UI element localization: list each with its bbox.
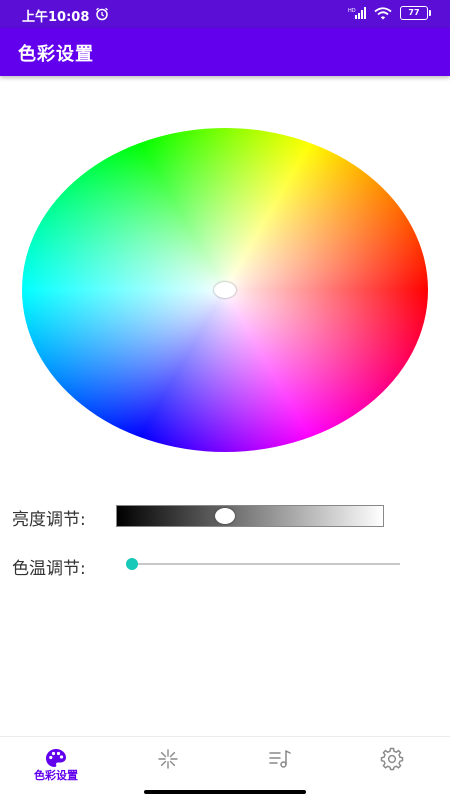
svg-text:HD: HD	[348, 8, 356, 14]
color-temperature-label: 色温调节:	[12, 559, 86, 579]
home-indicator	[144, 790, 306, 794]
color-wheel-thumb[interactable]	[214, 282, 236, 298]
music-list-icon	[269, 750, 291, 768]
color-temperature-thumb[interactable]	[126, 558, 138, 570]
brightness-thumb[interactable]	[215, 508, 236, 524]
brightness-slider[interactable]	[116, 505, 384, 527]
battery-icon: 77	[400, 6, 431, 20]
nav-label-color-settings: 色彩设置	[34, 769, 78, 782]
wifi-icon	[374, 6, 392, 19]
brightness-label: 亮度调节:	[12, 510, 86, 530]
battery-level: 77	[408, 8, 420, 17]
nav-item-effects[interactable]	[112, 737, 224, 797]
page-title: 色彩设置	[18, 44, 94, 65]
app-bar: 色彩设置	[0, 28, 450, 76]
status-bar: 上午10:08 HD 77	[0, 0, 450, 28]
alarm-icon	[96, 7, 108, 21]
color-temperature-slider[interactable]	[132, 563, 400, 565]
burst-icon	[158, 749, 178, 769]
signal-icon: HD	[348, 7, 366, 19]
nav-item-music[interactable]	[224, 737, 336, 797]
status-time: 上午10:08	[22, 10, 90, 25]
status-indicators: HD 77	[348, 6, 431, 20]
nav-item-settings[interactable]	[336, 737, 448, 797]
nav-item-color-settings[interactable]: 色彩设置	[0, 737, 112, 797]
color-wheel-picker[interactable]	[22, 128, 428, 452]
gear-icon	[380, 747, 404, 771]
